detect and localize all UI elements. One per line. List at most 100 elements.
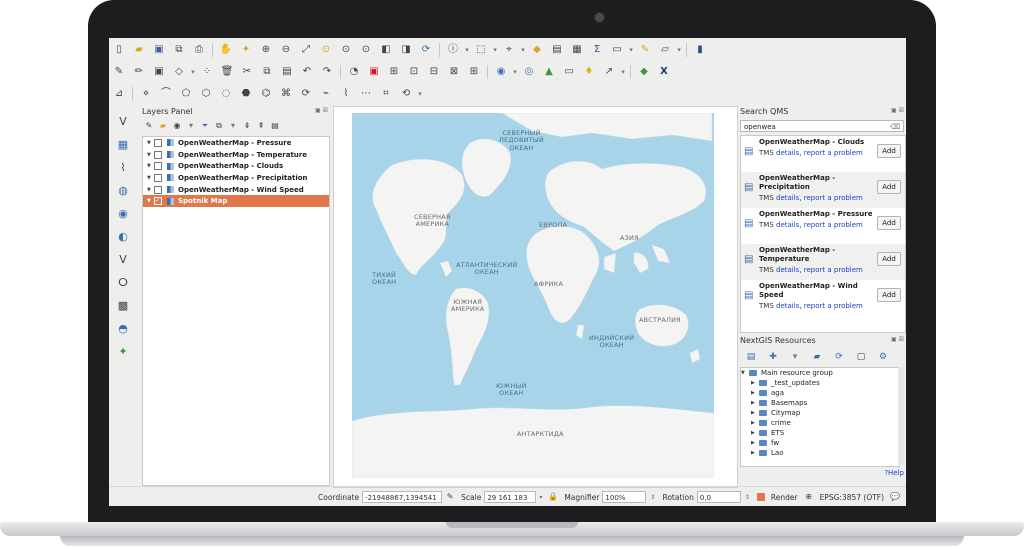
expand-arrow-icon[interactable]: ▶ [751, 380, 759, 386]
chevron-down-icon[interactable]: ▾ [417, 87, 423, 101]
details-link[interactable]: details [776, 266, 799, 274]
layer-row[interactable]: ▼ OpenWeatherMap - Wind Speed [143, 184, 329, 196]
show-labels-icon[interactable]: ⊡ [407, 65, 421, 79]
scale-field[interactable]: 29 161 183 [484, 491, 537, 503]
layer-row[interactable]: ▼ OpenWeatherMap - Temperature [143, 149, 329, 161]
magnifier-field[interactable]: 100% [602, 491, 647, 503]
layer-row[interactable]: ▼ OpenWeatherMap - Clouds [143, 160, 329, 172]
chevron-down-icon[interactable]: ▾ [190, 65, 196, 79]
digitize-icon-1[interactable]: ⋄ [139, 87, 153, 101]
expand-arrow-icon[interactable]: ▼ [147, 175, 154, 181]
zoom-out-icon[interactable]: ⊖ [279, 43, 293, 57]
add-button[interactable]: Add [877, 216, 901, 230]
resource-item[interactable]: ▶ Citymap [741, 408, 899, 418]
add-button[interactable]: Add [877, 180, 901, 194]
digitize-icon-2[interactable]: ⌒ [159, 87, 173, 101]
lock-icon[interactable]: 🔒 [548, 490, 558, 504]
dock-close-icon[interactable]: ▣ ☒ [315, 107, 328, 114]
save-icon[interactable]: ▣ [152, 43, 166, 57]
remove-layer-icon[interactable]: ▤ [270, 119, 280, 133]
refresh-icon[interactable]: ⟳ [419, 43, 433, 57]
expand-arrow-icon[interactable]: ▼ [147, 152, 154, 158]
copy-features-icon[interactable]: ⧉ [260, 65, 274, 79]
clear-icon[interactable]: ⌫ [890, 121, 900, 133]
dock-close-icon[interactable]: ▣ ☒ [891, 336, 904, 343]
snapping-icon[interactable]: ⊿ [112, 87, 126, 101]
label-icon[interactable]: ◔ [347, 65, 361, 79]
digitize-icon-10[interactable]: ⌁ [319, 87, 333, 101]
undo-icon[interactable]: ↶ [300, 65, 314, 79]
sigma-icon[interactable]: Σ [590, 43, 604, 57]
spinner-arrows-icon[interactable]: ⇕ [745, 494, 750, 501]
map-canvas[interactable]: СЕВЕРНЫЙ ЛЕДОВИТЫЙ ОКЕАН СЕВЕРНАЯ АМЕРИК… [333, 106, 738, 488]
chevron-down-icon[interactable]: ▾ [620, 65, 626, 79]
edits-icon[interactable]: ✎ [112, 65, 126, 79]
chevron-down-icon[interactable]: ▾ [676, 43, 682, 57]
help-icon[interactable]: ▮ [693, 43, 707, 57]
nextgis-x-icon[interactable]: X [657, 65, 671, 79]
chevron-down-icon[interactable]: ▾ [186, 119, 196, 133]
csv-icon[interactable]: ▭ [562, 65, 576, 79]
pan-to-selection-icon[interactable]: ✦ [239, 43, 253, 57]
layer-labeling-icon[interactable]: ▣ [367, 65, 381, 79]
digitize-icon-11[interactable]: ⌇ [339, 87, 353, 101]
new-project-icon[interactable]: ▯ [112, 43, 126, 57]
ngw-scrollbar[interactable] [898, 367, 904, 465]
rotate-label-icon[interactable]: ⊠ [447, 65, 461, 79]
add-wcs-icon[interactable]: ◓ [115, 320, 131, 336]
layer-row-selected[interactable]: ▼ ✓ Spotnik Map [143, 195, 329, 208]
layer-checkbox[interactable] [154, 173, 162, 182]
add-postgis-icon[interactable]: ◍ [115, 182, 131, 198]
expand-arrow-icon[interactable]: ▼ [147, 163, 154, 169]
add-to-qgis-icon[interactable]: ▰ [811, 350, 823, 364]
expand-arrow-icon[interactable]: ▶ [751, 390, 759, 396]
chevron-down-icon[interactable]: ▾ [539, 494, 542, 501]
details-link[interactable]: details [776, 149, 799, 157]
add-virtual-layer-icon[interactable]: V [115, 251, 131, 267]
manage-visibility-icon[interactable]: ◉ [172, 119, 182, 133]
add-resource-icon[interactable]: ✚ [767, 350, 779, 364]
select-icon[interactable]: ⬚ [474, 43, 488, 57]
vertex-tool-icon[interactable]: ⁘ [200, 65, 214, 79]
qms-search-icon[interactable]: ◎ [522, 65, 536, 79]
toggle-editing-icon[interactable]: ✏ [132, 65, 146, 79]
layer-checkbox[interactable] [154, 150, 162, 159]
plugin-icon[interactable]: ◆ [637, 65, 651, 79]
new-layer-icon[interactable]: ▩ [115, 297, 131, 313]
digitize-icon-5[interactable]: ◌ [219, 87, 233, 101]
expand-arrow-icon[interactable]: ▼ [147, 198, 154, 204]
pan-icon[interactable]: ✋ [219, 43, 233, 57]
move-label-icon[interactable]: ⊟ [427, 65, 441, 79]
add-button[interactable]: Add [877, 144, 901, 158]
attribute-table-icon[interactable]: ▤ [550, 43, 564, 57]
report-link[interactable]: report a problem [804, 302, 863, 310]
open-map-icon[interactable]: ▢ [855, 350, 867, 364]
world-map[interactable]: СЕВЕРНЫЙ ЛЕДОВИТЫЙ ОКЕАН СЕВЕРНАЯ АМЕРИК… [352, 113, 714, 478]
expand-arrow-icon[interactable]: ▶ [751, 410, 759, 416]
expand-arrow-icon[interactable]: ▼ [741, 370, 749, 376]
digitize-icon-4[interactable]: ⬡ [199, 87, 213, 101]
text-annotation-icon[interactable]: ✎ [638, 43, 652, 57]
add-raster-icon[interactable]: ▦ [115, 136, 131, 152]
zoom-full-icon[interactable]: ⤢ [299, 43, 313, 57]
add-wfs-icon[interactable]: ◐ [115, 228, 131, 244]
chevron-down-icon[interactable]: ▾ [789, 350, 801, 364]
measure-icon[interactable]: ⌖ [502, 43, 516, 57]
digitize-icon-13[interactable]: ⌗ [379, 87, 393, 101]
resource-item[interactable]: ▶ Lao [741, 448, 899, 458]
map-tips-icon[interactable]: ▭ [610, 43, 624, 57]
report-link[interactable]: report a problem [804, 149, 863, 157]
python-icon[interactable]: ♦ [582, 65, 596, 79]
rotation-field[interactable]: 0,0 [696, 491, 741, 503]
identify-icon[interactable]: ⓘ [446, 43, 460, 57]
layer-checkbox[interactable] [154, 185, 162, 194]
expand-all-icon[interactable]: ⇟ [242, 119, 252, 133]
chevron-down-icon[interactable]: ▾ [492, 43, 498, 57]
chevron-down-icon[interactable]: ▾ [628, 43, 634, 57]
print-layout-icon[interactable]: ⎙ [192, 43, 206, 57]
digitize-icon-12[interactable]: ⋯ [359, 87, 373, 101]
digitize-icon-9[interactable]: ⟳ [299, 87, 313, 101]
cut-features-icon[interactable]: ✂ [240, 65, 254, 79]
resource-item[interactable]: ▶ aga [741, 388, 899, 398]
add-group-icon[interactable]: ▰ [158, 119, 168, 133]
